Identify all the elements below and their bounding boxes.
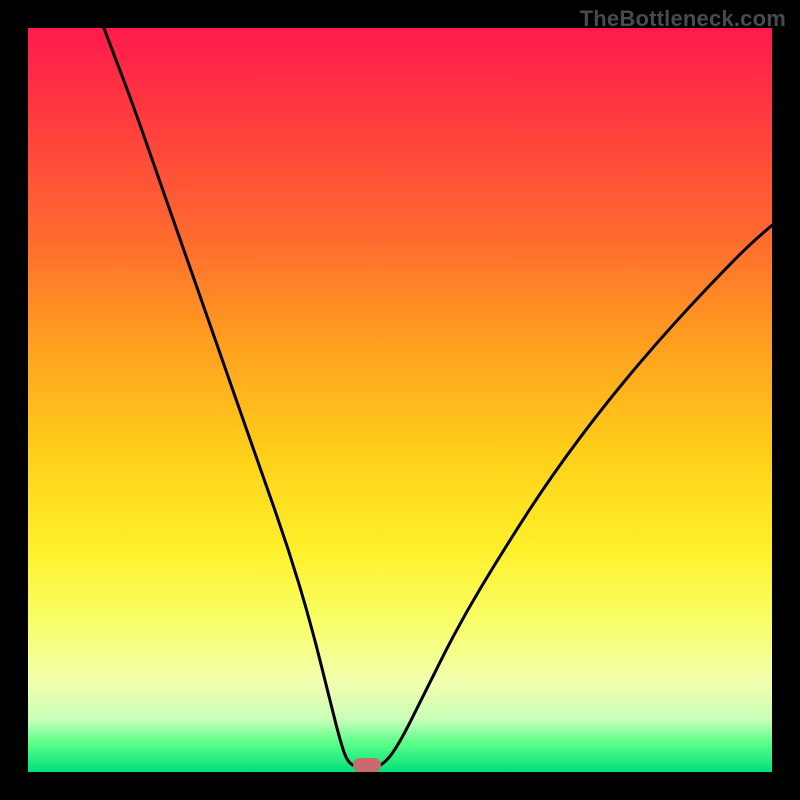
optimal-point-marker [353, 758, 381, 772]
bottleneck-curve [28, 28, 772, 772]
plot-area [28, 28, 772, 772]
chart-frame: TheBottleneck.com [0, 0, 800, 800]
